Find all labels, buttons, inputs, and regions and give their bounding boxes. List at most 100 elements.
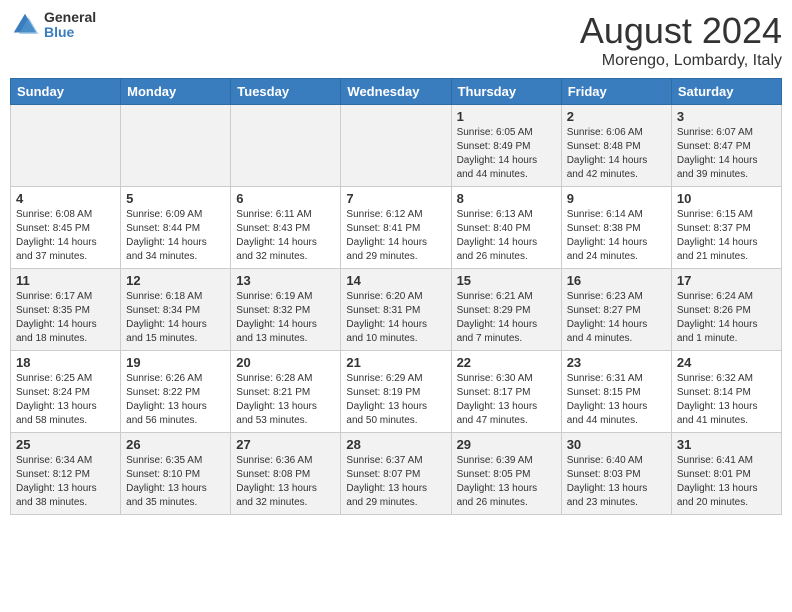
day-cell: 12Sunrise: 6:18 AM Sunset: 8:34 PM Dayli… — [121, 269, 231, 351]
day-cell: 22 Sunrise: 6:30 AM Sunset: 8:17 PM Dayli… — [451, 351, 561, 433]
day-number: 11 — [16, 273, 115, 288]
day-info: Sunrise: 6:15 AM Sunset: 8:37 PM Dayligh… — [677, 208, 776, 264]
day-number: 29 — [457, 437, 556, 452]
day-number: 7 — [346, 191, 445, 206]
day-number: 8 — [457, 191, 556, 206]
day-info: Sunrise: 6:29 AM Sunset: 8:19 PM Dayligh… — [346, 372, 445, 428]
day-info: Sunrise: 6:12 AM Sunset: 8:41 PM Dayligh… — [346, 208, 445, 264]
title-block: August 2024 Morengo, Lombardy, Italy — [580, 10, 782, 70]
day-cell: 31Sunrise: 6:41 AM Sunset: 8:01 PM Dayli… — [671, 433, 781, 515]
day-number: 30 — [567, 437, 666, 452]
day-number: 6 — [236, 191, 335, 206]
day-info: Sunrise: 6:13 AM Sunset: 8:40 PM Dayligh… — [457, 208, 556, 264]
day-number: 31 — [677, 437, 776, 452]
day-cell: 4 Sunrise: 6:08 AM Sunset: 8:45 PM Daylig… — [11, 187, 121, 269]
day-cell: 29 Sunrise: 6:39 AM Sunset: 8:05 PM Dayli… — [451, 433, 561, 515]
page-header: General Blue August 2024 Morengo, Lombar… — [10, 10, 782, 70]
day-cell: 19Sunrise: 6:26 AM Sunset: 8:22 PM Dayli… — [121, 351, 231, 433]
day-cell: 27Sunrise: 6:36 AM Sunset: 8:08 PM Dayli… — [231, 433, 341, 515]
day-number: 12 — [126, 273, 225, 288]
day-cell: 17Sunrise: 6:24 AM Sunset: 8:26 PM Dayli… — [671, 269, 781, 351]
day-number: 23 — [567, 355, 666, 370]
day-info: Sunrise: 6:34 AM Sunset: 8:12 PM Dayligh… — [16, 454, 115, 510]
day-number: 26 — [126, 437, 225, 452]
day-number: 21 — [346, 355, 445, 370]
day-number: 16 — [567, 273, 666, 288]
day-info: Sunrise: 6:30 AM Sunset: 8:17 PM Dayligh… — [457, 372, 556, 428]
day-cell: 13Sunrise: 6:19 AM Sunset: 8:32 PM Dayli… — [231, 269, 341, 351]
day-cell — [231, 105, 341, 187]
day-number: 27 — [236, 437, 335, 452]
day-number: 4 — [16, 191, 115, 206]
header-row: SundayMondayTuesdayWednesdayThursdayFrid… — [11, 79, 782, 105]
day-cell: 20Sunrise: 6:28 AM Sunset: 8:21 PM Dayli… — [231, 351, 341, 433]
day-info: Sunrise: 6:17 AM Sunset: 8:35 PM Dayligh… — [16, 290, 115, 346]
day-number: 1 — [457, 109, 556, 124]
header-saturday: Saturday — [671, 79, 781, 105]
day-info: Sunrise: 6:21 AM Sunset: 8:29 PM Dayligh… — [457, 290, 556, 346]
day-info: Sunrise: 6:25 AM Sunset: 8:24 PM Dayligh… — [16, 372, 115, 428]
logo-icon — [10, 10, 40, 40]
header-wednesday: Wednesday — [341, 79, 451, 105]
day-cell: 15 Sunrise: 6:21 AM Sunset: 8:29 PM Dayli… — [451, 269, 561, 351]
day-cell: 26Sunrise: 6:35 AM Sunset: 8:10 PM Dayli… — [121, 433, 231, 515]
day-info: Sunrise: 6:07 AM Sunset: 8:47 PM Dayligh… — [677, 126, 776, 182]
day-number: 24 — [677, 355, 776, 370]
header-sunday: Sunday — [11, 79, 121, 105]
header-monday: Monday — [121, 79, 231, 105]
logo: General Blue — [10, 10, 96, 41]
day-cell: 1 Sunrise: 6:05 AM Sunset: 8:49 PM Daylig… — [451, 105, 561, 187]
day-cell: 3 Sunrise: 6:07 AM Sunset: 8:47 PM Daylig… — [671, 105, 781, 187]
month-year: August 2024 — [580, 10, 782, 52]
day-info: Sunrise: 6:31 AM Sunset: 8:15 PM Dayligh… — [567, 372, 666, 428]
week-row-1: 1 Sunrise: 6:05 AM Sunset: 8:49 PM Daylig… — [11, 105, 782, 187]
day-number: 10 — [677, 191, 776, 206]
day-number: 22 — [457, 355, 556, 370]
day-info: Sunrise: 6:37 AM Sunset: 8:07 PM Dayligh… — [346, 454, 445, 510]
day-info: Sunrise: 6:08 AM Sunset: 8:45 PM Dayligh… — [16, 208, 115, 264]
calendar-table: SundayMondayTuesdayWednesdayThursdayFrid… — [10, 78, 782, 515]
week-row-5: 25 Sunrise: 6:34 AM Sunset: 8:12 PM Dayli… — [11, 433, 782, 515]
day-cell: 18Sunrise: 6:25 AM Sunset: 8:24 PM Dayli… — [11, 351, 121, 433]
week-row-2: 4 Sunrise: 6:08 AM Sunset: 8:45 PM Daylig… — [11, 187, 782, 269]
day-cell: 14 Sunrise: 6:20 AM Sunset: 8:31 PM Dayli… — [341, 269, 451, 351]
day-info: Sunrise: 6:32 AM Sunset: 8:14 PM Dayligh… — [677, 372, 776, 428]
day-number: 9 — [567, 191, 666, 206]
day-info: Sunrise: 6:14 AM Sunset: 8:38 PM Dayligh… — [567, 208, 666, 264]
day-number: 19 — [126, 355, 225, 370]
day-cell: 23 Sunrise: 6:31 AM Sunset: 8:15 PM Dayli… — [561, 351, 671, 433]
day-number: 25 — [16, 437, 115, 452]
day-number: 28 — [346, 437, 445, 452]
day-cell: 28 Sunrise: 6:37 AM Sunset: 8:07 PM Dayli… — [341, 433, 451, 515]
day-cell: 9 Sunrise: 6:14 AM Sunset: 8:38 PM Daylig… — [561, 187, 671, 269]
day-info: Sunrise: 6:20 AM Sunset: 8:31 PM Dayligh… — [346, 290, 445, 346]
day-cell — [341, 105, 451, 187]
header-tuesday: Tuesday — [231, 79, 341, 105]
logo-text: General Blue — [44, 10, 96, 41]
day-number: 5 — [126, 191, 225, 206]
week-row-4: 18Sunrise: 6:25 AM Sunset: 8:24 PM Dayli… — [11, 351, 782, 433]
day-cell: 10 Sunrise: 6:15 AM Sunset: 8:37 PM Dayli… — [671, 187, 781, 269]
day-cell: 11 Sunrise: 6:17 AM Sunset: 8:35 PM Dayli… — [11, 269, 121, 351]
day-cell: 6 Sunrise: 6:11 AM Sunset: 8:43 PM Daylig… — [231, 187, 341, 269]
day-info: Sunrise: 6:40 AM Sunset: 8:03 PM Dayligh… — [567, 454, 666, 510]
day-info: Sunrise: 6:39 AM Sunset: 8:05 PM Dayligh… — [457, 454, 556, 510]
day-info: Sunrise: 6:09 AM Sunset: 8:44 PM Dayligh… — [126, 208, 225, 264]
day-cell: 25 Sunrise: 6:34 AM Sunset: 8:12 PM Dayli… — [11, 433, 121, 515]
day-cell: 24 Sunrise: 6:32 AM Sunset: 8:14 PM Dayli… — [671, 351, 781, 433]
day-number: 15 — [457, 273, 556, 288]
day-info: Sunrise: 6:11 AM Sunset: 8:43 PM Dayligh… — [236, 208, 335, 264]
day-cell: 30 Sunrise: 6:40 AM Sunset: 8:03 PM Dayli… — [561, 433, 671, 515]
day-info: Sunrise: 6:24 AM Sunset: 8:26 PM Dayligh… — [677, 290, 776, 346]
day-cell: 8 Sunrise: 6:13 AM Sunset: 8:40 PM Daylig… — [451, 187, 561, 269]
header-thursday: Thursday — [451, 79, 561, 105]
day-cell: 2Sunrise: 6:06 AM Sunset: 8:48 PM Daylig… — [561, 105, 671, 187]
day-number: 2 — [567, 109, 666, 124]
day-info: Sunrise: 6:05 AM Sunset: 8:49 PM Dayligh… — [457, 126, 556, 182]
day-number: 3 — [677, 109, 776, 124]
day-cell: 7 Sunrise: 6:12 AM Sunset: 8:41 PM Daylig… — [341, 187, 451, 269]
logo-blue: Blue — [44, 25, 96, 40]
day-number: 14 — [346, 273, 445, 288]
day-cell — [11, 105, 121, 187]
week-row-3: 11 Sunrise: 6:17 AM Sunset: 8:35 PM Dayli… — [11, 269, 782, 351]
